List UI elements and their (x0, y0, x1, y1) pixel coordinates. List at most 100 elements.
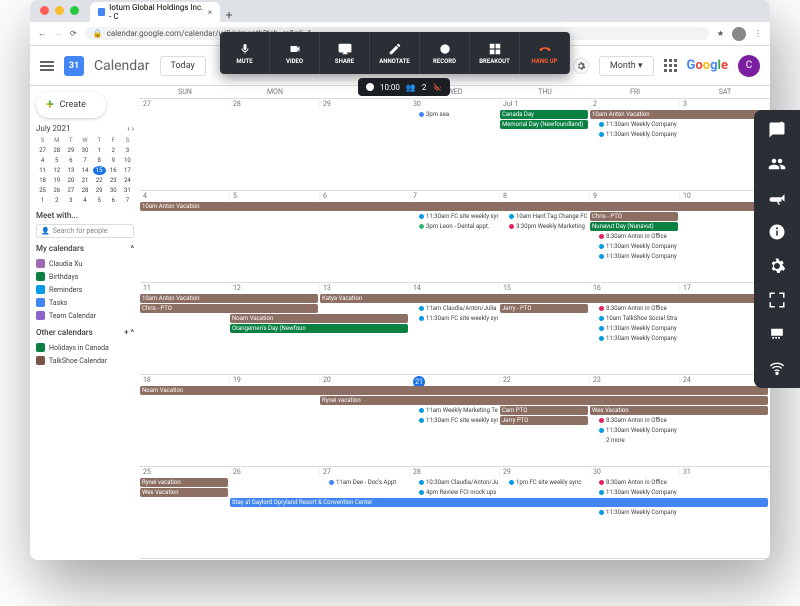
calendar-event[interactable]: 11:30am Weekly Company (590, 252, 678, 261)
calendar-event[interactable]: 10am Anton Vacation (140, 202, 768, 211)
calendar-event[interactable]: 11:30am FC site weekly syn (410, 212, 498, 221)
calendar-event[interactable]: 8:30am Anton in Office (590, 232, 678, 241)
calendar-event[interactable]: Orangemen's Day (Newfoun (230, 324, 408, 333)
mini-calendar[interactable]: SMTWTFS272829301234567891011121314151617… (36, 136, 134, 205)
calendar-event[interactable]: Noam Vacation (230, 314, 408, 323)
mute-button[interactable]: MUTE (220, 32, 270, 74)
reload-icon[interactable]: ⟳ (70, 29, 77, 38)
mini-nav[interactable]: ‹ › (127, 124, 134, 133)
calendar-event[interactable]: 11:30am FC site weekly syn (410, 314, 498, 323)
checkbox-icon[interactable] (36, 298, 45, 307)
checkbox-icon[interactable] (36, 285, 45, 294)
checkbox-icon[interactable] (36, 356, 45, 365)
window-controls[interactable] (40, 6, 79, 15)
calendar-event[interactable]: Chris - PTO (590, 212, 678, 221)
calendar-event[interactable]: Wes Vacation (140, 488, 228, 497)
settings-tray-icon[interactable] (767, 256, 787, 276)
add-calendar-icon[interactable]: + ^ (124, 328, 134, 337)
avatar-icon[interactable] (732, 27, 746, 41)
video-button[interactable]: VIDEO (270, 32, 320, 74)
nav-back-icon[interactable]: ← (38, 29, 46, 38)
calendar-event[interactable]: 11:30am Weekly Company (590, 242, 678, 251)
layout-icon[interactable] (767, 324, 787, 344)
calendar-item[interactable]: Tasks (36, 296, 134, 309)
calendar-event[interactable]: Katya Vacation (320, 294, 768, 303)
calendar-event[interactable]: 11:30am Weekly Company (590, 334, 678, 343)
calendar-event[interactable]: 11am Weekly Marketing Te (410, 406, 498, 415)
calendar-event[interactable]: 11:30am FC site weekly syn (410, 416, 498, 425)
calendar-event[interactable]: 10am TalkShoe Social Stra (590, 314, 678, 323)
calendar-event[interactable]: Canada Day (500, 110, 588, 119)
calendar-item[interactable]: TalkShoe Calendar (36, 354, 134, 367)
checkbox-icon[interactable] (36, 311, 45, 320)
people-search[interactable]: 👤Search for people (36, 224, 134, 238)
calendar-event[interactable]: 3pm Leon - Dental appt. (410, 222, 498, 231)
calendar-event[interactable]: 11:30am Weekly Company (590, 324, 678, 333)
calendar-item[interactable]: Claudia Xu (36, 257, 134, 270)
calendar-item[interactable]: Team Calendar (36, 309, 134, 322)
calendar-item[interactable]: Reminders (36, 283, 134, 296)
extension-icon[interactable]: ★ (717, 29, 724, 38)
calendar-event[interactable]: Memorial Day (Newfoundland) (500, 120, 588, 129)
other-calendars-label[interactable]: Other calendars (36, 328, 93, 337)
calendar-event[interactable]: 11:30am Weekly Company (590, 426, 678, 435)
main-menu-icon[interactable] (40, 61, 54, 71)
chevron-up-icon[interactable]: ^ (131, 244, 134, 253)
calendar-event[interactable]: 11:30am Weekly Company (590, 508, 678, 517)
calendar-event[interactable]: Chris - PTO (140, 304, 318, 313)
checkbox-icon[interactable] (36, 343, 45, 352)
calendar-event[interactable]: 1pm FC site weekly sync (500, 478, 588, 487)
calendar-event[interactable]: 10am Anton Vacation (140, 294, 318, 303)
fullscreen-icon[interactable] (767, 290, 787, 310)
calendar-event[interactable]: 8:30am Anton in Office (590, 478, 678, 487)
share-button[interactable]: SHARE (320, 32, 370, 74)
chat-icon[interactable] (767, 120, 787, 140)
browser-tab[interactable]: Iotum Global Holdings Inc. - C × (90, 2, 220, 22)
today-button[interactable]: Today (160, 56, 206, 76)
calendar-event[interactable]: Rynei vacation (140, 478, 228, 487)
calendar-event[interactable]: 10am Hard Tag Change FCI (500, 212, 588, 221)
calendar-event[interactable]: Wes Vacation (590, 406, 768, 415)
view-selector[interactable]: Month ▾ (599, 56, 654, 76)
checkbox-icon[interactable] (36, 272, 45, 281)
settings-icon[interactable] (573, 58, 589, 74)
calendar-event[interactable]: Rynei vacation (320, 396, 768, 405)
calendar-event[interactable]: Stay at Gaylord Opryland Resort & Conven… (230, 498, 768, 507)
hangup-button[interactable]: HANG UP (520, 32, 570, 74)
calendar-event[interactable]: 8:30am Anton in Office (590, 304, 678, 313)
account-avatar[interactable]: C (738, 55, 760, 77)
nav-forward-icon[interactable]: → (54, 29, 62, 38)
checkbox-icon[interactable] (36, 259, 45, 268)
menu-icon[interactable]: ⋮ (754, 29, 762, 38)
close-icon[interactable]: × (208, 8, 212, 17)
wifi-icon[interactable] (767, 358, 787, 378)
annotate-button[interactable]: ANNOTATE (370, 32, 420, 74)
breakout-button[interactable]: BREAKOUT (470, 32, 520, 74)
my-calendars-label[interactable]: My calendars (36, 244, 84, 253)
apps-icon[interactable] (664, 59, 677, 72)
calendar-item[interactable]: Holidays in Canada (36, 341, 134, 354)
calendar-event[interactable]: Jerry - PTO (500, 304, 588, 313)
calendar-item[interactable]: Birthdays (36, 270, 134, 283)
calendar-event[interactable]: 11am Dee - Doc's Appt (320, 478, 408, 487)
calendar-event[interactable]: 2 more (590, 436, 678, 445)
record-button[interactable]: RECORD (420, 32, 470, 74)
calendar-event[interactable]: Noam Vacation (140, 386, 768, 395)
new-tab-button[interactable]: + (220, 8, 238, 22)
calendar-event[interactable]: 11:30am Weekly Company (590, 488, 678, 497)
calendar-event[interactable]: Jerry PTO (500, 416, 588, 425)
calendar-event[interactable]: 11:30am Weekly Company (590, 120, 678, 129)
participants-panel-icon[interactable] (767, 154, 787, 174)
calendar-grid[interactable]: SunMonTueWedThuFriSat 27282930Jul 1233pm… (140, 86, 770, 560)
calendar-event[interactable]: 3pm sea (410, 110, 498, 119)
calendar-event[interactable]: 10am Anton Vacation (590, 110, 768, 119)
calendar-event[interactable]: 10:30am Claudia/Anton/Ju (410, 478, 498, 487)
calendar-event[interactable]: 11am Claudia/Anton/Julia (410, 304, 498, 313)
calendar-event[interactable]: 4pm Review FCI mock ups (410, 488, 498, 497)
calendar-event[interactable]: 11:30am Weekly Company (590, 130, 678, 139)
announce-icon[interactable] (767, 188, 787, 208)
calendar-event[interactable]: Cam PTO (500, 406, 588, 415)
info-icon[interactable] (767, 222, 787, 242)
calendar-event[interactable]: 3:30pm Weekly Marketing (500, 222, 588, 231)
calendar-event[interactable]: 8:30am Anton in Office (590, 416, 678, 425)
